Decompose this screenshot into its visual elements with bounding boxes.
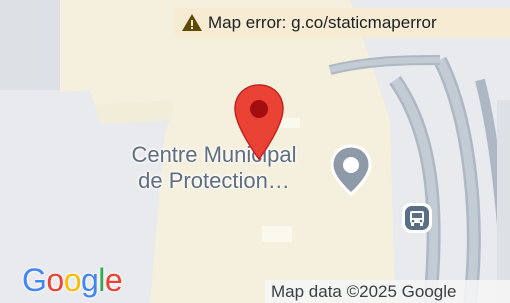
map-error-banner[interactable]: Map error: g.co/staticmaperror: [174, 8, 510, 38]
logo-letter: o: [63, 262, 82, 298]
map-canvas[interactable]: Map error: g.co/staticmaperror Centre Mu…: [0, 0, 510, 303]
map-area-gray: [497, 100, 510, 303]
map-area-gray: [0, 0, 60, 90]
place-marker-icon[interactable]: [326, 142, 376, 198]
location-pin-icon[interactable]: [231, 83, 287, 161]
logo-letter: l: [98, 262, 105, 298]
building-patch: [262, 226, 292, 242]
google-logo[interactable]: Google: [22, 262, 123, 299]
place-label[interactable]: Centre Municipal de Protection…: [96, 142, 332, 194]
logo-letter: g: [80, 262, 99, 298]
logo-letter: e: [104, 262, 123, 298]
warning-icon: [182, 14, 202, 31]
logo-letter: G: [22, 262, 47, 298]
bus-stop-icon[interactable]: [400, 201, 434, 235]
building-block: [60, 0, 175, 105]
logo-letter: o: [46, 262, 64, 298]
map-error-text[interactable]: Map error: g.co/staticmaperror: [208, 13, 437, 33]
place-label-line2: de Protection…: [138, 168, 290, 193]
place-label-line1: Centre Municipal: [131, 142, 297, 167]
map-attribution[interactable]: Map data ©2025 Google: [265, 280, 510, 303]
